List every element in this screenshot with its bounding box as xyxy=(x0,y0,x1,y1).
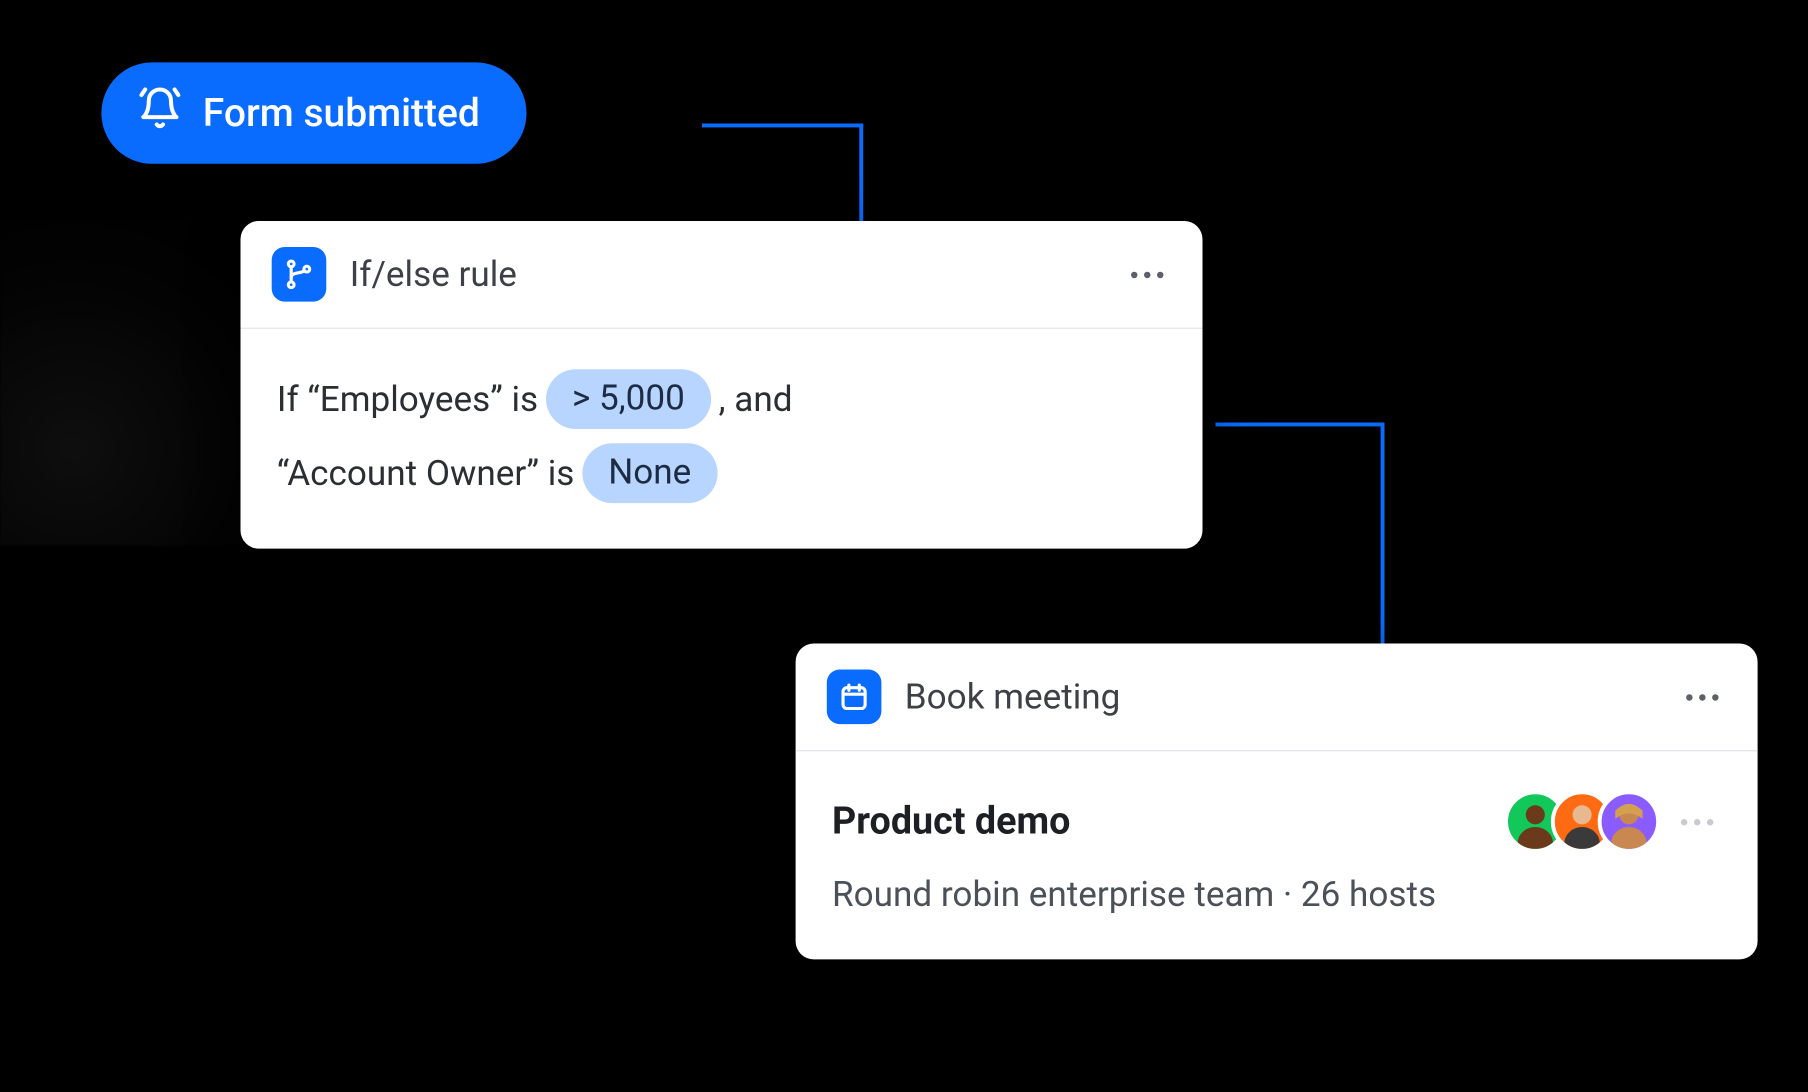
card-title: Book meeting xyxy=(905,676,1678,718)
rule-card[interactable]: If/else rule If “Employees” is > 5,000 ,… xyxy=(240,221,1202,549)
connector-line xyxy=(702,123,863,220)
condition-value-chip[interactable]: None xyxy=(582,443,717,503)
meeting-subtitle: Round robin enterprise team · 26 hosts xyxy=(832,874,1721,916)
card-title: If/else rule xyxy=(350,253,1124,295)
card-header: If/else rule xyxy=(240,221,1202,329)
decorative-gradient xyxy=(0,221,247,546)
rule-body: If “Employees” is > 5,000 , and “Account… xyxy=(240,329,1202,549)
trigger-pill-form-submitted[interactable]: Form submitted xyxy=(101,62,526,163)
condition-text: , and xyxy=(719,363,793,437)
meeting-body: Product demo Round robin enterprise xyxy=(796,751,1758,959)
avatar-overflow-icon[interactable] xyxy=(1673,811,1721,833)
condition-text: “Account Owner” is xyxy=(277,436,575,510)
meeting-card[interactable]: Book meeting Product demo xyxy=(796,644,1758,960)
rule-condition-line-2: “Account Owner” is None xyxy=(277,436,1166,510)
host-avatars[interactable] xyxy=(1504,790,1660,852)
connector-line xyxy=(1216,422,1385,643)
trigger-label: Form submitted xyxy=(203,90,480,135)
rule-condition-line-1: If “Employees” is > 5,000 , and xyxy=(277,363,1166,437)
workflow-canvas: Form submitted If/else rule If “Emplo xyxy=(0,0,1808,1092)
bell-icon xyxy=(138,86,182,141)
branch-icon xyxy=(272,247,327,302)
meeting-title-row: Product demo xyxy=(832,790,1721,852)
calendar-icon xyxy=(827,670,882,725)
meeting-name: Product demo xyxy=(832,800,1491,844)
more-menu-button[interactable] xyxy=(1678,686,1726,708)
condition-value-chip[interactable]: > 5,000 xyxy=(546,370,711,430)
condition-text: If “Employees” is xyxy=(277,363,538,437)
avatar xyxy=(1598,790,1660,852)
more-menu-button[interactable] xyxy=(1123,263,1171,285)
card-header: Book meeting xyxy=(796,644,1758,752)
